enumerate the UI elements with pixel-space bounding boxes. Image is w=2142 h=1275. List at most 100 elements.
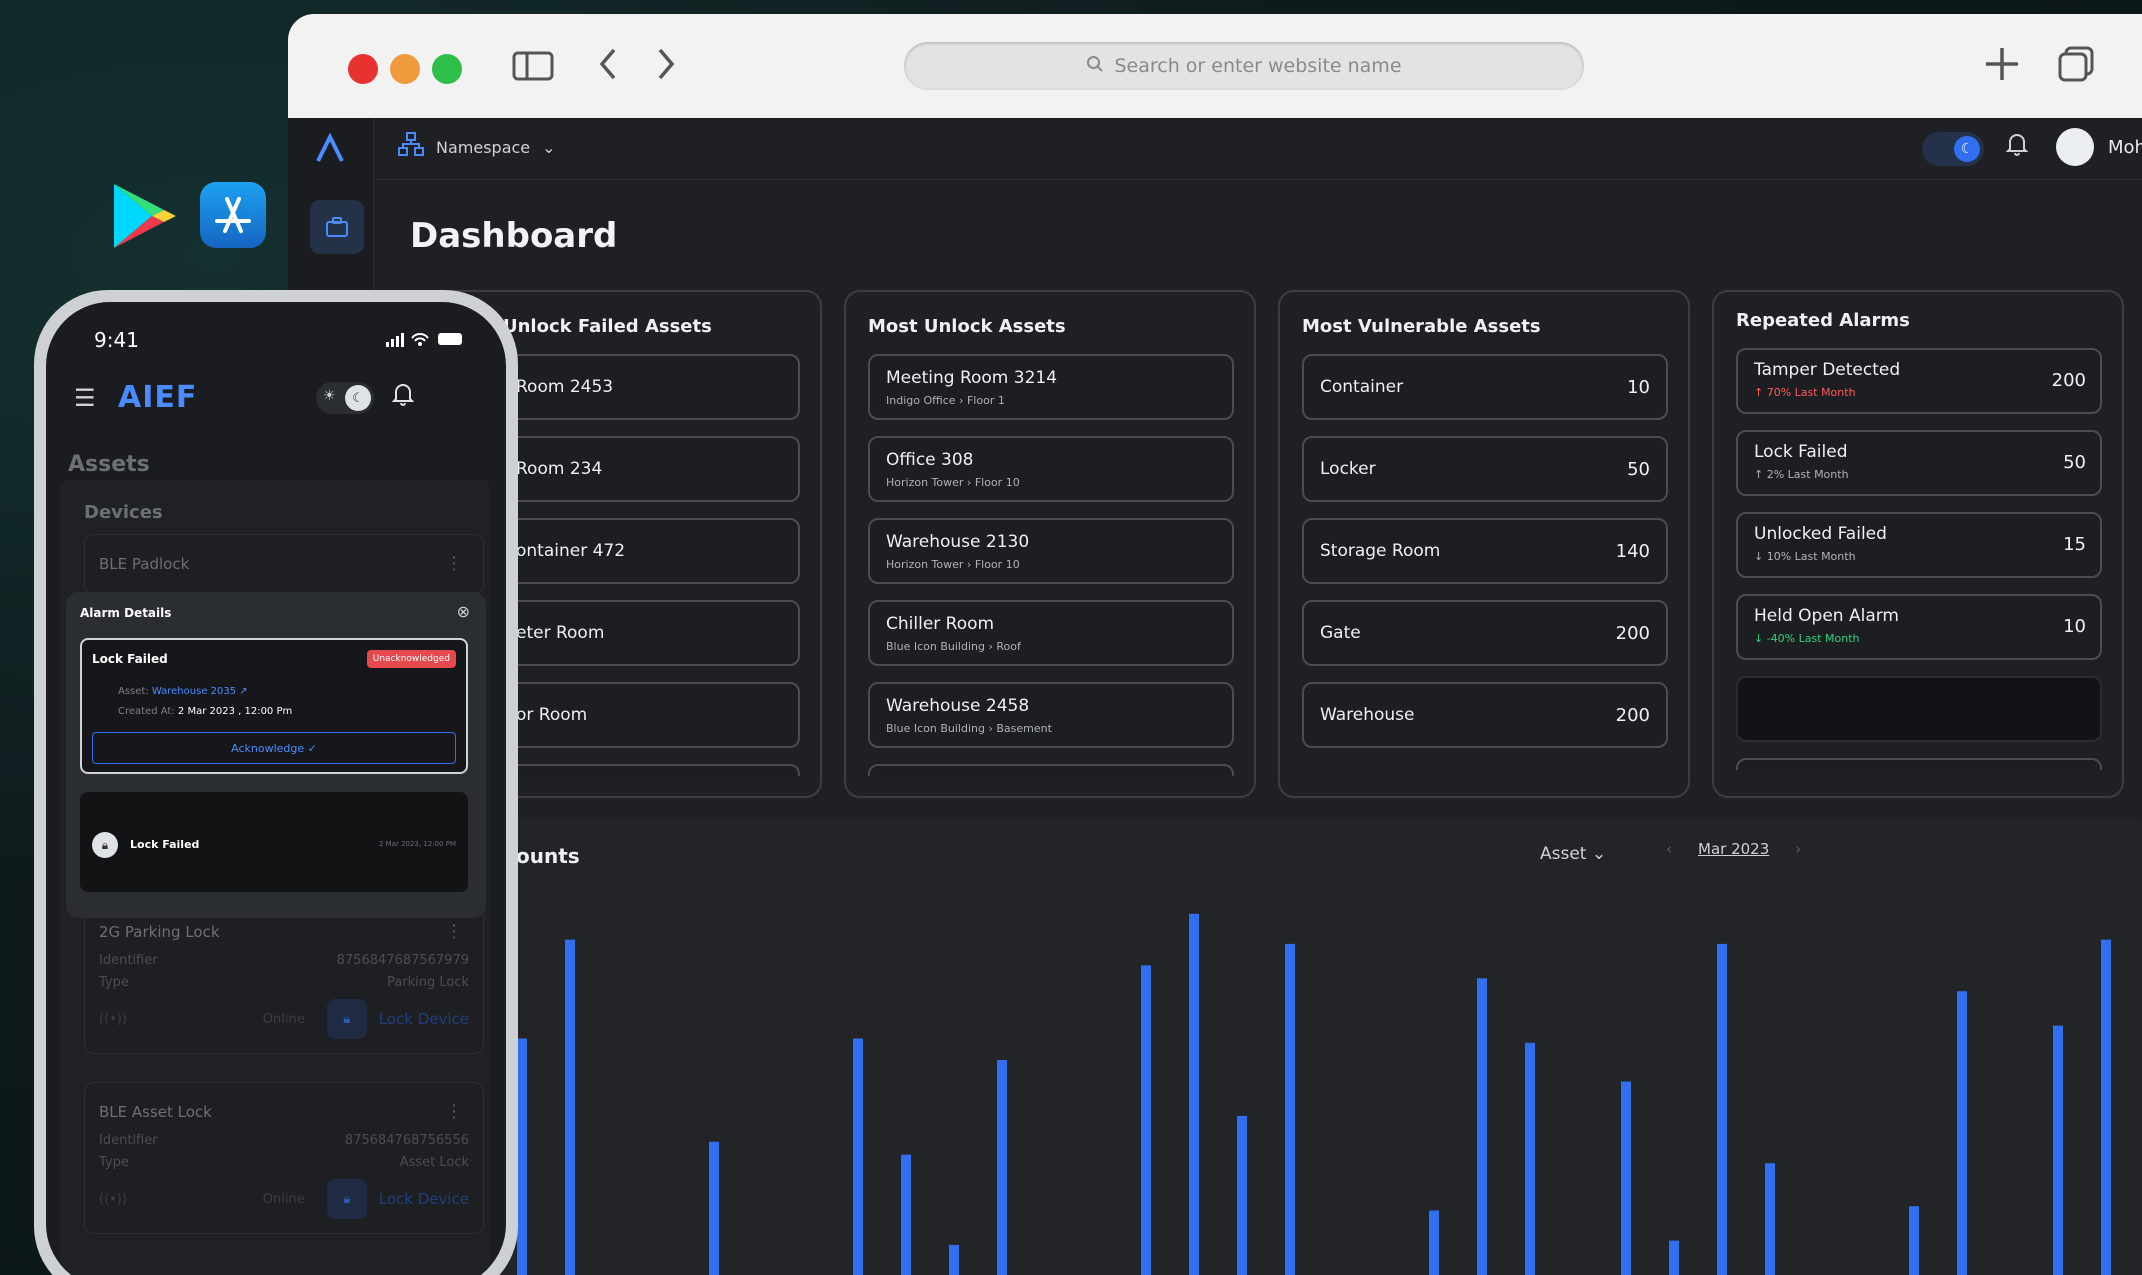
- device-card[interactable]: BLE Asset Lock ⋮ Identifier 8756847687565…: [84, 1082, 484, 1234]
- asset-row[interactable]: Warehouse 200: [1302, 682, 1668, 748]
- asset-row[interactable]: Chiller Room Blue Icon Building › Roof: [868, 600, 1234, 666]
- alarm-row[interactable]: Held Open Alarm ↓ -40% Last Month 10: [1736, 594, 2102, 660]
- alarm-card[interactable]: Lock Failed Unacknowledged Asset: Wareho…: [80, 638, 468, 774]
- device-card[interactable]: 2G Parking Lock ⋮ Identifier 875684768756…: [84, 902, 484, 1054]
- asset-row[interactable]: Office 308 Horizon Tower › Floor 10: [868, 436, 1234, 502]
- phone-bell-icon[interactable]: [391, 382, 415, 412]
- chart-bar[interactable]: [1525, 1042, 1535, 1275]
- asset-count: 50: [1627, 458, 1650, 480]
- phone-screen: 9:41 ☰ AIEF ☀ ☾ Assets Devices BLE Padlo…: [46, 302, 506, 1275]
- chart-bar[interactable]: [1909, 1206, 1919, 1275]
- lock-icon[interactable]: 🔒︎: [326, 999, 367, 1039]
- url-bar[interactable]: Search or enter website name: [904, 42, 1584, 90]
- alarm-row[interactable]: Unlocked Failed ↓ 10% Last Month 15: [1736, 512, 2102, 578]
- user-menu[interactable]: Mohamed ⌄: [2056, 128, 2142, 166]
- alarm-count: 50: [2063, 452, 2086, 473]
- more-options-icon[interactable]: ⋮: [445, 921, 463, 942]
- hamburger-menu-icon[interactable]: ☰: [74, 384, 96, 412]
- alarm-count: 10: [2063, 616, 2086, 637]
- forward-icon[interactable]: [654, 44, 678, 93]
- more-options-icon[interactable]: ⋮: [445, 1101, 463, 1122]
- asset-row[interactable]: Gate 200: [1302, 600, 1668, 666]
- chart-bar[interactable]: [2101, 939, 2111, 1275]
- avatar: [2056, 128, 2094, 166]
- alarm-row-placeholder: [1736, 676, 2102, 742]
- chart-bar[interactable]: [1477, 978, 1487, 1275]
- chart-bar[interactable]: [1189, 913, 1199, 1275]
- alarm-trend: ↑ 2% Last Month: [1754, 468, 1849, 481]
- lock-device-button[interactable]: Lock Device: [379, 1190, 469, 1208]
- card-title: s Unlock Failed Assets: [486, 316, 712, 337]
- url-placeholder: Search or enter website name: [1114, 55, 1402, 77]
- sidebar-toggle-icon[interactable]: [512, 50, 554, 91]
- devices-title: Devices: [84, 502, 163, 523]
- chart-bar[interactable]: [1669, 1240, 1679, 1275]
- theme-toggle[interactable]: ☾: [1922, 132, 1984, 166]
- chart-bar[interactable]: [949, 1244, 959, 1275]
- repeated-alarms-card: Repeated Alarms Tamper Detected ↑ 70% La…: [1712, 290, 2124, 798]
- chevron-down-icon: ⌄: [542, 137, 556, 157]
- asset-row[interactable]: Storage Room 140: [1302, 518, 1668, 584]
- briefcase-icon: [326, 217, 348, 237]
- asset-count: 10: [1627, 376, 1650, 398]
- chart-bar[interactable]: [1429, 1210, 1439, 1275]
- chart-bar[interactable]: [1285, 943, 1295, 1275]
- namespace-selector[interactable]: Namespace ⌄: [398, 132, 556, 162]
- moon-icon: ☾: [1954, 136, 1980, 162]
- alarm-list-item[interactable]: 🔒︎ Lock Failed 2 Mar 2023, 12:00 PM: [80, 792, 468, 892]
- chart-bar[interactable]: [709, 1141, 719, 1275]
- asset-link[interactable]: Warehouse 2035 ↗: [152, 686, 248, 697]
- lock-icon[interactable]: 🔒︎: [326, 1179, 367, 1219]
- asset-row[interactable]: Meeting Room 3214 Indigo Office › Floor …: [868, 354, 1234, 420]
- lock-icon: 🔒︎: [92, 832, 118, 858]
- alarm-row[interactable]: Tamper Detected ↑ 70% Last Month 200: [1736, 348, 2102, 414]
- asset-row[interactable]: Container 10: [1302, 354, 1668, 420]
- chart-bar[interactable]: [1717, 943, 1727, 1275]
- alarm-trend: ↓ -40% Last Month: [1754, 632, 1860, 645]
- chart-panel: ounts Asset ⌄ ‹ Mar 2023 ›: [410, 818, 2142, 1275]
- app-store-icon[interactable]: [200, 182, 266, 248]
- chart-bar[interactable]: [1237, 1115, 1247, 1275]
- signal-icon: ((•)): [99, 1011, 127, 1027]
- chart-bar[interactable]: [1621, 1081, 1631, 1275]
- page-title: Dashboard: [410, 216, 618, 256]
- user-name: Mohamed: [2108, 136, 2142, 158]
- chart-bar[interactable]: [853, 1038, 863, 1275]
- app-logo-icon[interactable]: [314, 132, 346, 172]
- moon-icon: ☾: [345, 385, 371, 411]
- acknowledge-button[interactable]: Acknowledge ✓: [92, 732, 456, 764]
- card-title: Most Vulnerable Assets: [1302, 316, 1541, 337]
- close-icon[interactable]: ⊗: [457, 602, 470, 621]
- asset-row[interactable]: Warehouse 2458 Blue Icon Building › Base…: [868, 682, 1234, 748]
- chart-bar[interactable]: [901, 1154, 911, 1275]
- chart-bar[interactable]: [517, 1038, 527, 1275]
- alarm-count: 200: [2051, 370, 2086, 391]
- more-options-icon[interactable]: ⋮: [445, 553, 463, 574]
- chart-bar[interactable]: [2053, 1025, 2063, 1275]
- asset-row[interactable]: Locker 50: [1302, 436, 1668, 502]
- close-window-button[interactable]: [348, 54, 378, 84]
- chart-bar[interactable]: [565, 939, 575, 1275]
- alarm-row[interactable]: Lock Failed ↑ 2% Last Month 50: [1736, 430, 2102, 496]
- google-play-icon[interactable]: [108, 180, 180, 252]
- phone-theme-toggle[interactable]: ☀ ☾: [316, 382, 374, 414]
- new-tab-icon[interactable]: [1982, 44, 2022, 93]
- asset-row[interactable]: Warehouse 2130 Horizon Tower › Floor 10: [868, 518, 1234, 584]
- bar-chart: [450, 887, 2130, 1275]
- notification-bell-icon[interactable]: [2005, 132, 2029, 162]
- chart-bar[interactable]: [1957, 991, 1967, 1275]
- alarm-trend: ↓ 10% Last Month: [1754, 550, 1856, 563]
- chart-bar[interactable]: [1765, 1163, 1775, 1275]
- tab-overview-icon[interactable]: [2056, 44, 2096, 93]
- chart-bar[interactable]: [1141, 965, 1151, 1275]
- maximize-window-button[interactable]: [432, 54, 462, 84]
- sidebar-assets-button[interactable]: [310, 200, 364, 254]
- minimize-window-button[interactable]: [390, 54, 420, 84]
- alarm-details-sheet: Alarm Details ⊗ Lock Failed Unacknowledg…: [66, 592, 486, 918]
- alarm-row-partial: [1736, 758, 2102, 770]
- lock-device-button[interactable]: Lock Device: [379, 1010, 469, 1028]
- alarm-trend: ↑ 70% Last Month: [1754, 386, 1856, 399]
- chart-bar[interactable]: [997, 1060, 1007, 1275]
- back-icon[interactable]: [596, 44, 620, 93]
- device-card[interactable]: BLE Padlock ⋮: [84, 534, 484, 594]
